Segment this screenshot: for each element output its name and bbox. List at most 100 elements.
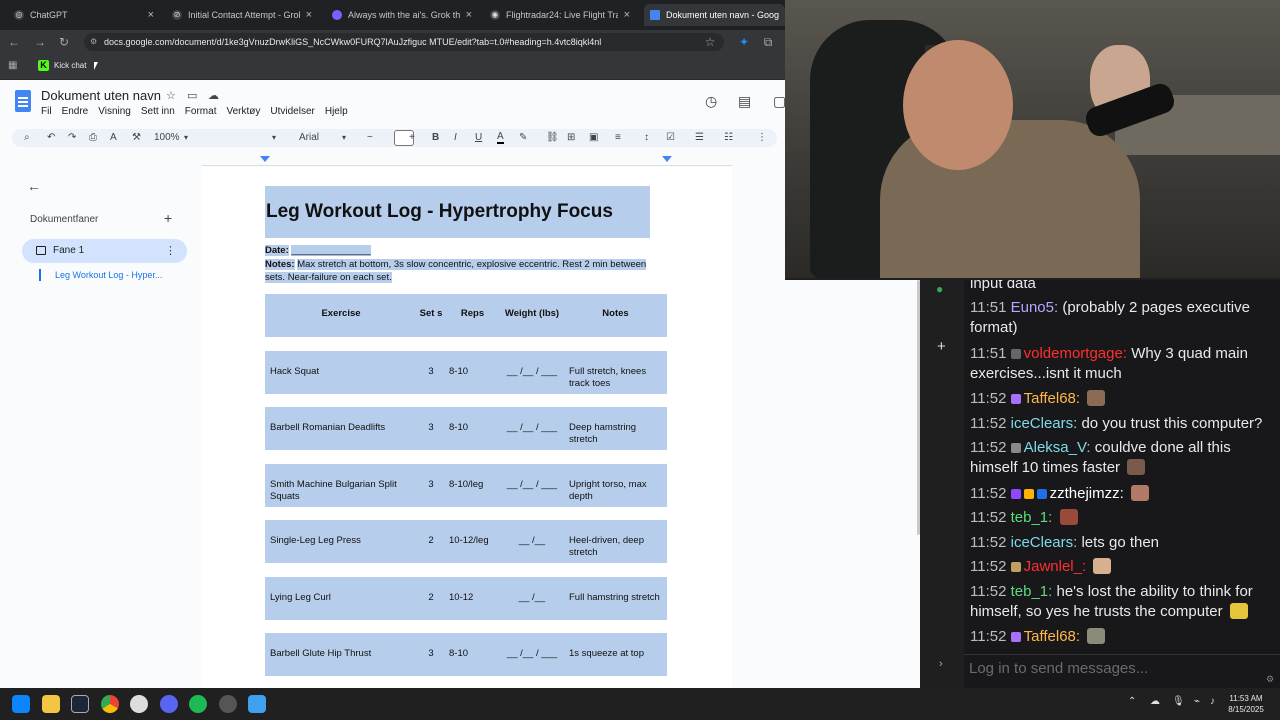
cell-notes[interactable]: Upright torso, max depth	[564, 479, 667, 503]
paint-format-icon[interactable]: ⚒	[132, 131, 141, 145]
link-icon[interactable]: ⛓	[546, 131, 559, 145]
chat-username[interactable]: Taffel68:	[1024, 628, 1080, 645]
chat-username[interactable]: Jawnlel_:	[1024, 558, 1087, 575]
cell-weight[interactable]: __ /__ / ___	[501, 422, 563, 434]
chrome-icon[interactable]	[101, 695, 119, 713]
cell-reps[interactable]: 8-10/leg	[445, 479, 500, 491]
table-row[interactable]: Barbell Glute Hip Thrust 3 8-10 __ /__ /…	[265, 633, 667, 688]
docs-logo-icon[interactable]	[15, 90, 31, 112]
spotify-icon[interactable]	[189, 695, 207, 713]
menu-hjelp[interactable]: Hjelp	[325, 106, 348, 117]
bookmark-kick-chat[interactable]: K Kick chat	[38, 60, 86, 71]
close-icon[interactable]: ×	[148, 9, 154, 21]
onedrive-icon[interactable]: ☁	[1150, 696, 1160, 707]
font-select[interactable]: Arial	[299, 131, 319, 145]
cell-weight[interactable]: __ /__	[501, 535, 563, 547]
discord-icon[interactable]	[160, 695, 178, 713]
chat-username[interactable]: teb_1:	[1011, 509, 1053, 526]
windows-start-icon[interactable]	[12, 695, 30, 713]
file-explorer-icon[interactable]	[42, 695, 60, 713]
redo-icon[interactable]: ↷	[68, 131, 76, 145]
settings-gear-icon[interactable]: ⚙	[1266, 674, 1274, 685]
version-history-icon[interactable]: ◷	[705, 93, 717, 110]
chevron-right-icon[interactable]: ›	[939, 658, 943, 670]
site-info-icon[interactable]: ⚙	[90, 33, 97, 51]
chat-username[interactable]: Euno5:	[1011, 299, 1059, 316]
cell-reps[interactable]: 8-10	[445, 422, 500, 434]
workout-table[interactable]: Exercise Set s Reps Weight (lbs) Notes H…	[265, 294, 667, 688]
chat-username[interactable]: iceClears:	[1011, 534, 1078, 551]
close-icon[interactable]: ×	[306, 9, 312, 21]
checklist-icon[interactable]: ☑	[666, 131, 675, 145]
cell-sets[interactable]: 3	[418, 648, 444, 660]
notepad-icon[interactable]	[248, 695, 266, 713]
tab-google-docs[interactable]: Dokument uten navn - Google	[644, 4, 785, 26]
chat-username[interactable]: teb_1:	[1011, 583, 1053, 600]
cell-exercise[interactable]: Barbell Romanian Deadlifts	[265, 422, 417, 434]
align-icon[interactable]: ≡	[615, 131, 621, 145]
forward-icon[interactable]: →	[32, 34, 48, 50]
cell-reps[interactable]: 10-12	[445, 592, 500, 604]
menu-fil[interactable]: Fil	[41, 106, 52, 117]
indent-marker-icon[interactable]	[260, 156, 270, 162]
cell-reps[interactable]: 10-12/leg	[445, 535, 500, 547]
tab-flightradar[interactable]: ◉ Flightradar24: Live Flight Tracke ×	[484, 4, 636, 26]
table-row[interactable]: Lying Leg Curl 2 10-12 __ /__ Full hamst…	[265, 576, 667, 634]
extensions-puzzle-icon[interactable]: ⧉	[760, 34, 776, 50]
text-color-icon[interactable]: A	[497, 131, 504, 144]
add-tab-icon[interactable]: +	[164, 210, 172, 226]
reload-icon[interactable]: ↻	[56, 34, 72, 50]
volume-icon[interactable]: ♪	[1210, 696, 1215, 707]
chat-username[interactable]: zzthejimzz:	[1050, 485, 1124, 502]
table-row[interactable]: Barbell Romanian Deadlifts 3 8-10 __ /__…	[265, 407, 667, 464]
tab-grok-initial[interactable]: ⊘ Initial Contact Attempt - Grok ×	[166, 4, 318, 26]
outline-item[interactable]: Leg Workout Log - Hyper...	[55, 270, 162, 280]
document-heading[interactable]: Leg Workout Log - Hypertrophy Focus	[265, 186, 650, 238]
menu-verktoy[interactable]: Verktøy	[226, 106, 260, 117]
cell-sets[interactable]: 3	[418, 479, 444, 491]
menu-sett-inn[interactable]: Sett inn	[141, 106, 175, 117]
cell-exercise[interactable]: Hack Squat	[265, 366, 417, 378]
chevron-down-icon[interactable]: ▾	[342, 131, 346, 145]
back-arrow-icon[interactable]: ←	[27, 178, 41, 194]
menu-format[interactable]: Format	[185, 106, 217, 117]
cell-weight[interactable]: __ /__	[501, 592, 563, 604]
cell-notes[interactable]: 1s squeeze at top	[564, 648, 667, 660]
table-row[interactable]: Smith Machine Bulgarian Split Squats 3 8…	[265, 463, 667, 521]
numbered-list-icon[interactable]: ☷	[724, 131, 733, 145]
undo-icon[interactable]: ↶	[47, 131, 55, 145]
chevron-down-icon[interactable]: ▾	[184, 131, 188, 145]
cell-notes[interactable]: Full stretch, knees track toes	[564, 366, 667, 390]
cell-weight[interactable]: __ /__ / ___	[501, 479, 563, 491]
location-pin-icon[interactable]: ●	[936, 282, 943, 296]
cell-exercise[interactable]: Lying Leg Curl	[265, 592, 417, 604]
comments-icon[interactable]: ▤	[738, 93, 751, 110]
more-options-icon[interactable]: ⋮	[165, 244, 176, 257]
document-page[interactable]: Leg Workout Log - Hypertrophy Focus Date…	[202, 167, 732, 688]
back-icon[interactable]: ←	[6, 34, 22, 50]
notes-paragraph[interactable]: Notes: Max stretch at bottom, 3s slow co…	[265, 258, 665, 284]
menu-endre[interactable]: Endre	[62, 106, 89, 117]
print-icon[interactable]: ⎙	[89, 131, 97, 145]
apps-grid-icon[interactable]: ▦	[8, 60, 17, 71]
menu-utvidelser[interactable]: Utvidelser	[270, 106, 314, 117]
cell-exercise[interactable]: Smith Machine Bulgarian Split Squats	[265, 479, 417, 503]
network-icon[interactable]: ⌁	[1194, 696, 1200, 707]
tab-grok-always[interactable]: Always with the ai's. Grok this t ×	[326, 4, 478, 26]
close-icon[interactable]: ×	[624, 9, 630, 21]
chevron-up-icon[interactable]: ⌃	[1128, 696, 1136, 707]
chat-scrollbar[interactable]	[1275, 296, 1277, 652]
steam-icon[interactable]	[71, 695, 89, 713]
spellcheck-icon[interactable]: A	[110, 131, 117, 145]
cell-sets[interactable]: 2	[418, 535, 444, 547]
meet-icon[interactable]: ▢	[773, 93, 785, 110]
move-folder-icon[interactable]: ▭	[187, 89, 197, 102]
date-line[interactable]: Date: _______________	[265, 245, 371, 256]
cell-notes[interactable]: Deep hamstring stretch	[564, 422, 667, 446]
menu-visning[interactable]: Visning	[98, 106, 131, 117]
star-icon[interactable]: ☆	[166, 89, 176, 102]
table-row[interactable]: Single-Leg Leg Press 2 10-12/leg __ /__ …	[265, 520, 667, 577]
tab-chatgpt[interactable]: ◎ ChatGPT ×	[8, 4, 160, 26]
chat-username[interactable]: voldemortgage:	[1024, 345, 1127, 362]
add-comment-icon[interactable]: ⊞	[567, 131, 575, 145]
